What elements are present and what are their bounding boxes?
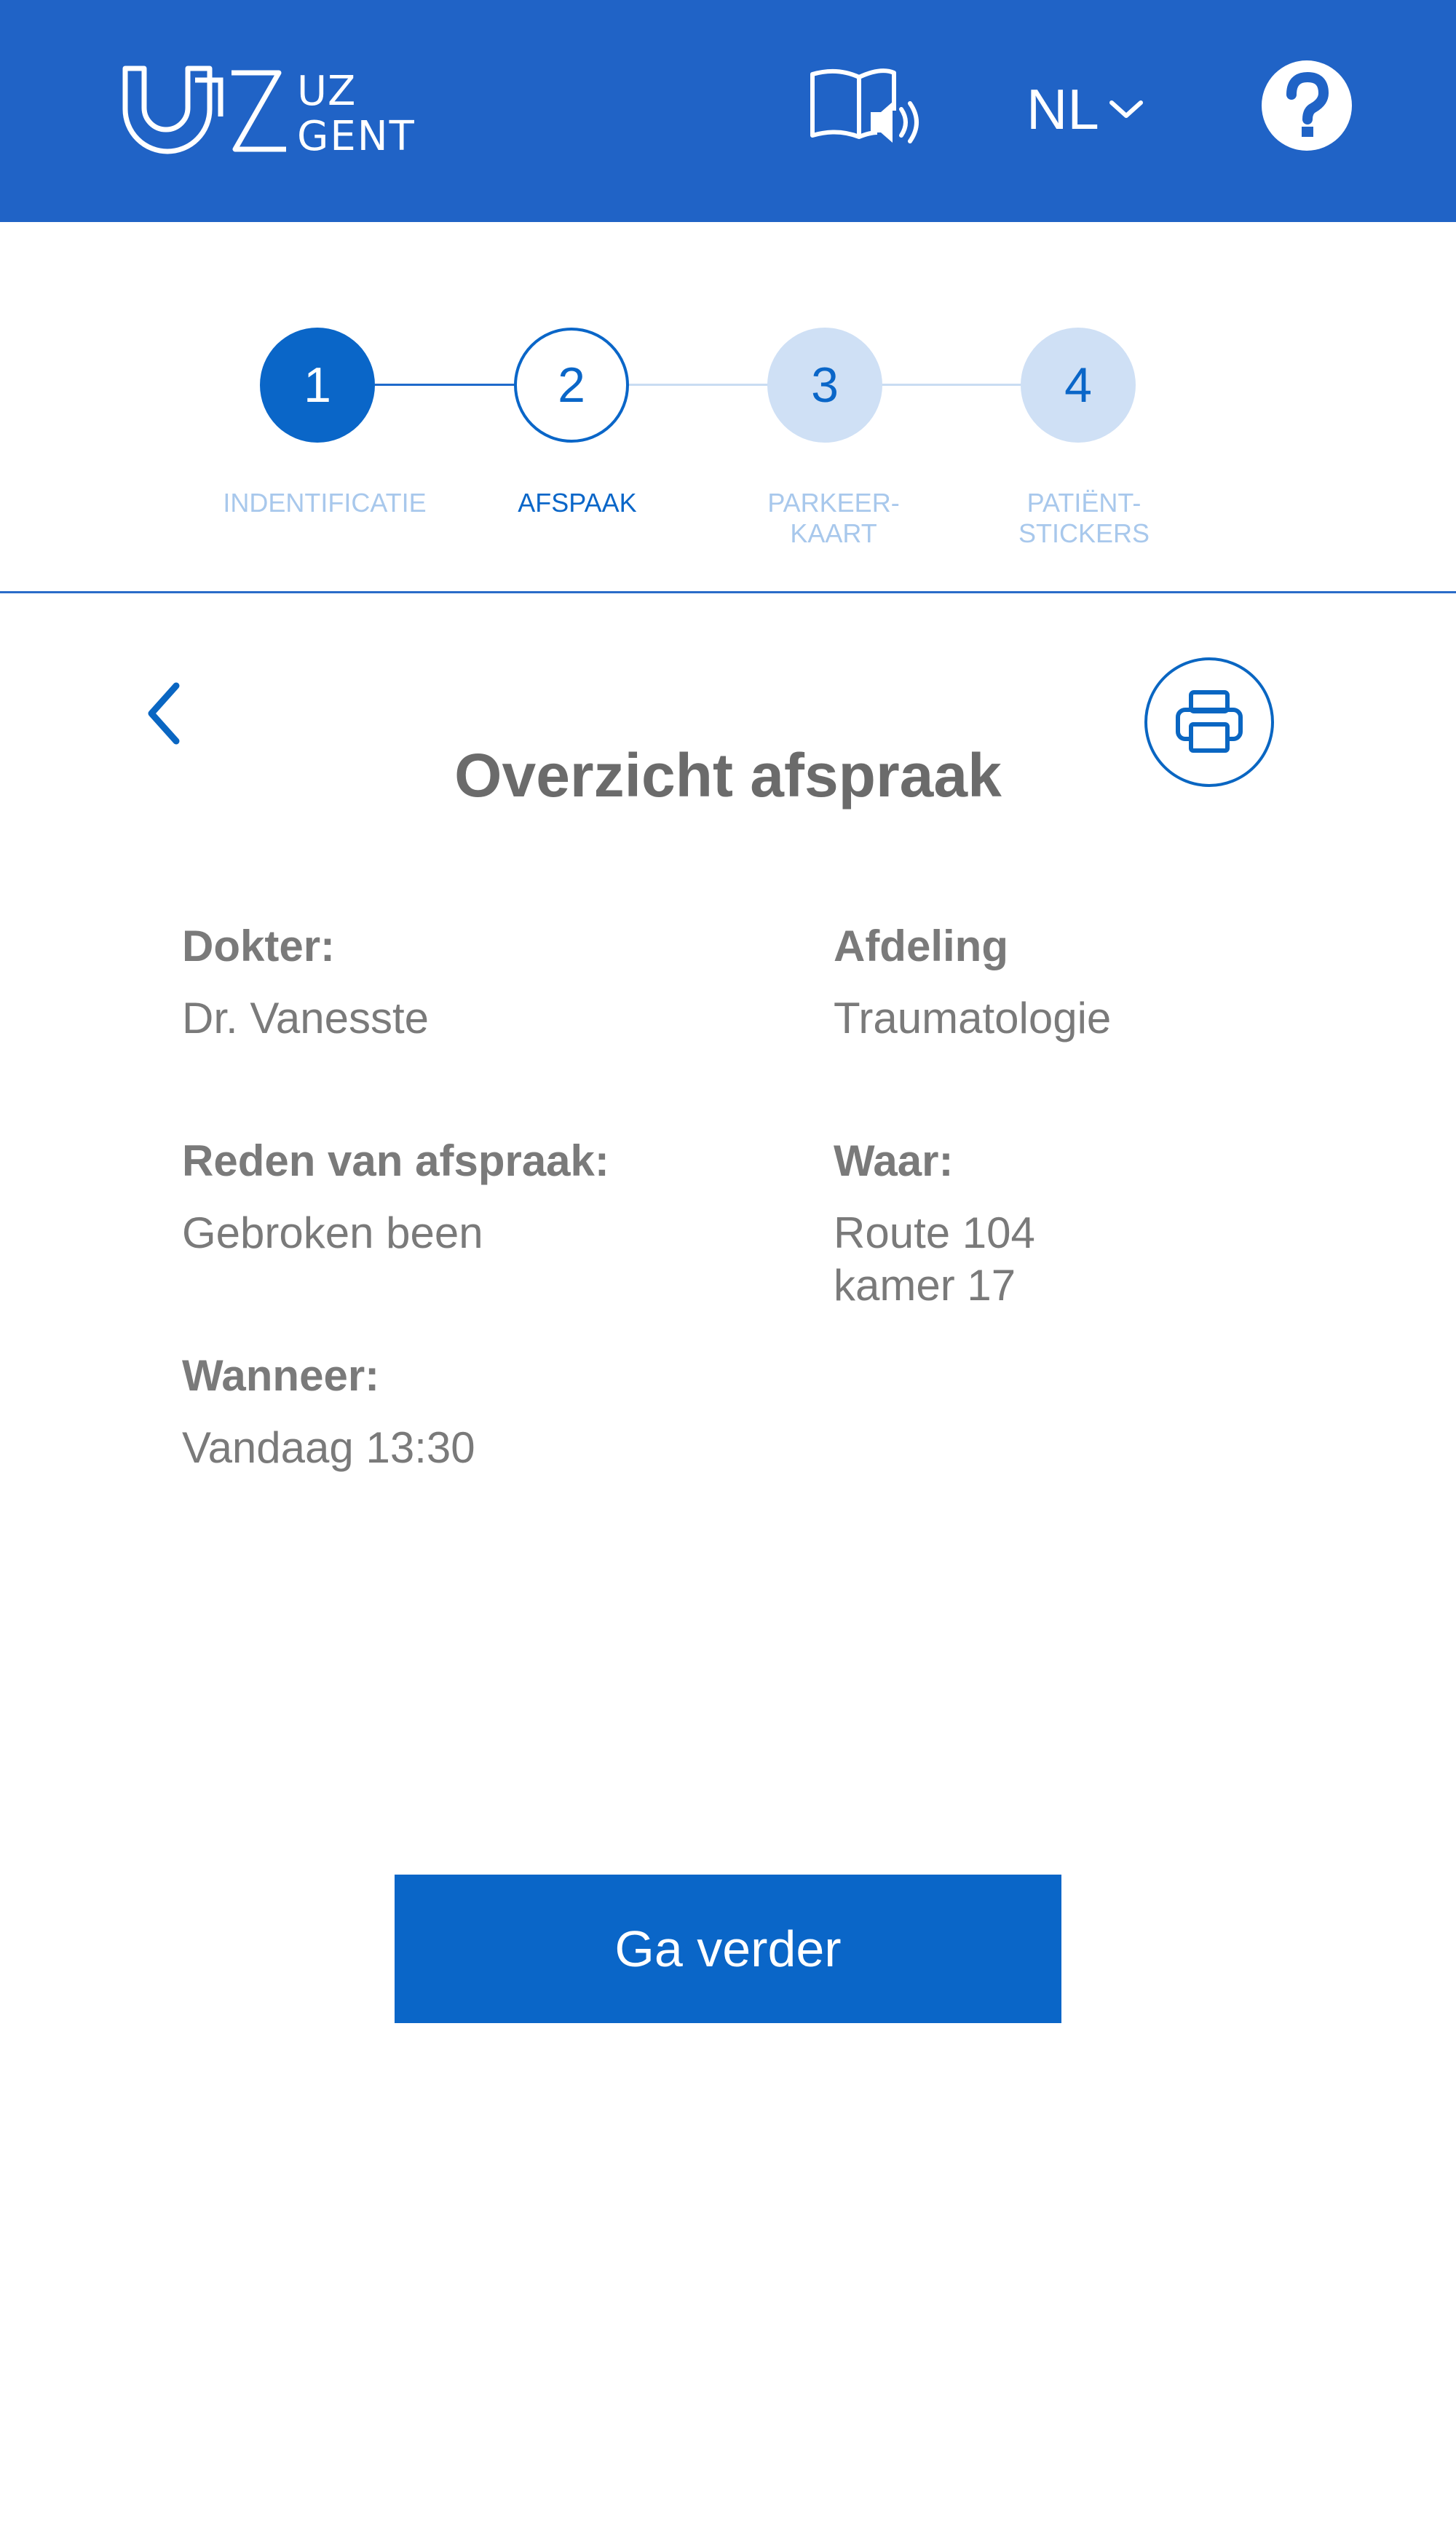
logo-text-line1: UZ bbox=[297, 68, 357, 115]
reason-label: Reden van afspraak: bbox=[182, 1136, 609, 1185]
help-icon[interactable] bbox=[1259, 58, 1354, 153]
logo-text: UZ GENT bbox=[297, 70, 416, 160]
where-label: Waar: bbox=[834, 1136, 954, 1185]
section-divider bbox=[0, 591, 1456, 593]
step-4-label-line1: PATIËNT- bbox=[1026, 488, 1142, 518]
when-field: Wanneer: Vandaag 13:30 bbox=[182, 1350, 475, 1474]
where-value: Route 104 kamer 17 bbox=[834, 1207, 1035, 1312]
where-field: Waar: Route 104 kamer 17 bbox=[834, 1136, 1035, 1312]
where-value-line1: Route 104 bbox=[834, 1208, 1035, 1257]
step-2-circle: 2 bbox=[514, 328, 629, 443]
app-header: UZ GENT NL bbox=[0, 0, 1456, 222]
where-value-line2: kamer 17 bbox=[834, 1261, 1016, 1310]
when-value: Vandaag 13:30 bbox=[182, 1423, 475, 1472]
doctor-field: Dokter: Dr. Vanesste bbox=[182, 921, 429, 1045]
step-3-label-line2: KAART bbox=[790, 518, 877, 548]
chevron-down-icon bbox=[1109, 100, 1143, 118]
step-3-label-line1: PARKEER- bbox=[767, 488, 900, 518]
page-title: Overzicht afspraak bbox=[454, 741, 1002, 810]
doctor-value: Dr. Vanesste bbox=[182, 994, 430, 1042]
uz-gent-logo: UZ GENT bbox=[122, 66, 414, 160]
audio-book-icon[interactable] bbox=[808, 67, 925, 154]
doctor-label: Dokter: bbox=[182, 922, 336, 970]
step-connector-2 bbox=[628, 384, 768, 386]
step-1-label: INDENTIFICATIE bbox=[223, 488, 427, 518]
continue-button[interactable]: Ga verder bbox=[395, 1875, 1061, 2023]
language-select[interactable]: NL bbox=[1026, 69, 1144, 149]
department-field: Afdeling Traumatologie bbox=[834, 921, 1111, 1045]
step-4-label-line2: STICKERS bbox=[1018, 518, 1150, 548]
department-value: Traumatologie bbox=[834, 994, 1112, 1042]
step-2-label: AFSPAAK bbox=[518, 488, 637, 518]
step-4-label: PATIËNT- STICKERS bbox=[975, 488, 1193, 549]
step-connector-1 bbox=[375, 384, 515, 386]
step-3-circle: 3 bbox=[767, 328, 882, 443]
reason-value: Gebroken been bbox=[182, 1208, 483, 1257]
department-label: Afdeling bbox=[834, 922, 1008, 970]
language-label: NL bbox=[1026, 77, 1099, 141]
logo-text-line2: GENT bbox=[297, 113, 416, 160]
step-1-circle: 1 bbox=[260, 328, 375, 443]
reason-field: Reden van afspraak: Gebroken been bbox=[182, 1136, 609, 1259]
step-4-circle: 4 bbox=[1021, 328, 1136, 443]
step-connector-3 bbox=[882, 384, 1021, 386]
uz-logo-mark-icon bbox=[122, 66, 286, 154]
when-label: Wanneer: bbox=[182, 1351, 380, 1400]
step-3-label: PARKEER- KAART bbox=[724, 488, 943, 549]
